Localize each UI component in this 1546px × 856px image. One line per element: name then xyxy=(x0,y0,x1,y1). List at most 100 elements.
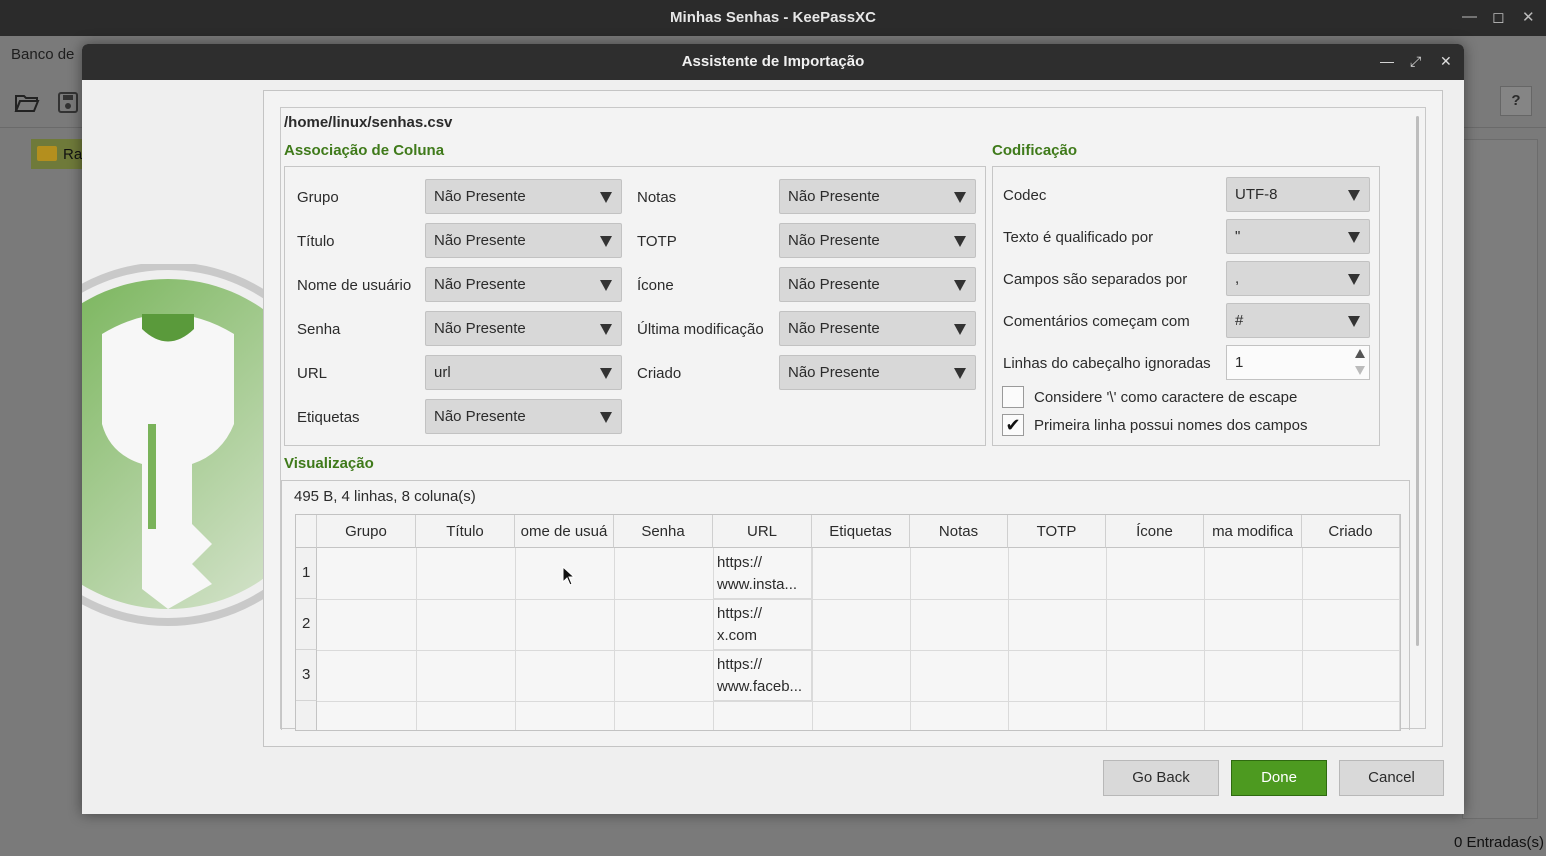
maximize-icon[interactable]: ◻ xyxy=(1492,8,1504,26)
column-header[interactable]: Título xyxy=(416,515,515,548)
dropdown-arrow-icon xyxy=(600,368,612,379)
assoc-value-titulo: Não Presente xyxy=(434,232,526,249)
assoc-select-senha[interactable]: Não Presente xyxy=(425,311,622,346)
header-lines-label: Linhas do cabeçalho ignoradas xyxy=(1003,355,1211,372)
comments-select[interactable]: # xyxy=(1226,303,1370,338)
assoc-value-username: Não Presente xyxy=(434,276,526,293)
column-header[interactable]: ome de usuá xyxy=(515,515,614,548)
dropdown-arrow-icon xyxy=(954,368,966,379)
separator-value: , xyxy=(1235,270,1240,287)
assoc-label-etiquetas: Etiquetas xyxy=(297,409,360,426)
spin-down-icon[interactable] xyxy=(1355,366,1365,375)
assoc-value-etiquetas: Não Presente xyxy=(434,408,526,425)
column-association-group: Grupo Não Presente Título Não Presente N… xyxy=(284,166,986,446)
column-header[interactable]: ma modifica xyxy=(1204,515,1302,548)
column-header[interactable]: Notas xyxy=(910,515,1008,548)
assoc-value-icone: Não Presente xyxy=(788,276,880,293)
qualifier-value: " xyxy=(1235,228,1241,245)
column-header[interactable]: Ícone xyxy=(1106,515,1204,548)
dialog-title: Assistente de Importação xyxy=(681,53,865,70)
dropdown-arrow-icon xyxy=(954,280,966,291)
entries-panel xyxy=(1462,139,1538,819)
assoc-value-totp: Não Presente xyxy=(788,232,880,249)
preview-table[interactable]: Grupo Título ome de usuá Senha URL Etiqu… xyxy=(295,514,1401,731)
dropdown-arrow-icon xyxy=(1348,190,1360,201)
column-header[interactable]: Senha xyxy=(614,515,713,548)
comments-value: # xyxy=(1235,312,1244,329)
save-icon[interactable] xyxy=(56,92,82,114)
preview-group: 495 B, 4 linhas, 8 coluna(s) Grupo Títul… xyxy=(281,480,1410,731)
assoc-value-last-modified: Não Presente xyxy=(788,320,880,337)
assoc-select-url[interactable]: url xyxy=(425,355,622,390)
column-header[interactable]: TOTP xyxy=(1008,515,1106,548)
encoding-title: Codificação xyxy=(992,142,1078,159)
encoding-group: Codec UTF-8 Texto é qualificado por " Ca… xyxy=(992,166,1380,446)
dropdown-arrow-icon xyxy=(954,236,966,247)
vertical-scrollbar[interactable] xyxy=(1416,116,1419,646)
open-folder-icon[interactable] xyxy=(14,92,40,114)
sidebar-root-group[interactable]: Ra xyxy=(31,139,87,169)
first-line-checkbox[interactable]: ✔ xyxy=(1002,414,1024,436)
dropdown-arrow-icon xyxy=(954,324,966,335)
dropdown-arrow-icon xyxy=(1348,232,1360,243)
preview-stats: 495 B, 4 linhas, 8 coluna(s) xyxy=(294,488,476,505)
dialog-minimize-icon[interactable]: — xyxy=(1380,53,1394,69)
assoc-select-username[interactable]: Não Presente xyxy=(425,267,622,302)
assoc-label-grupo: Grupo xyxy=(297,189,339,206)
dropdown-arrow-icon xyxy=(600,280,612,291)
column-header[interactable]: Etiquetas xyxy=(812,515,910,548)
assoc-label-titulo: Título xyxy=(297,233,335,250)
column-header[interactable]: Grupo xyxy=(317,515,416,548)
assoc-label-url: URL xyxy=(297,365,328,382)
cancel-button[interactable]: Cancel xyxy=(1339,760,1444,796)
assoc-value-senha: Não Presente xyxy=(434,320,526,337)
assoc-label-criado: Criado xyxy=(637,365,682,382)
assoc-value-grupo: Não Presente xyxy=(434,188,526,205)
assoc-select-totp[interactable]: Não Presente xyxy=(779,223,976,258)
menu-database[interactable]: Banco de xyxy=(11,46,74,63)
keepassxc-logo-icon xyxy=(82,264,282,626)
folder-icon xyxy=(37,146,57,161)
assoc-select-criado[interactable]: Não Presente xyxy=(779,355,976,390)
escape-label: Considere '\' como caractere de escape xyxy=(1034,389,1298,406)
close-icon[interactable]: ✕ xyxy=(1522,8,1535,26)
column-header[interactable]: Criado xyxy=(1302,515,1400,548)
header-lines-spinbox[interactable]: 1 xyxy=(1226,345,1370,380)
codec-select[interactable]: UTF-8 xyxy=(1226,177,1370,212)
comments-label: Comentários começam com xyxy=(1003,313,1190,330)
dialog-close-icon[interactable]: ✕ xyxy=(1440,53,1452,70)
mouse-cursor-icon xyxy=(562,566,576,586)
wizard-page: /home/linux/senhas.csv Associação de Col… xyxy=(263,90,1443,747)
assoc-value-criado: Não Presente xyxy=(788,364,880,381)
codec-label: Codec xyxy=(1003,187,1047,204)
column-association-title: Associação de Coluna xyxy=(284,142,445,159)
dropdown-arrow-icon xyxy=(600,236,612,247)
status-bar: 0 Entradas(s) xyxy=(1453,834,1544,851)
assoc-select-grupo[interactable]: Não Presente xyxy=(425,179,622,214)
assoc-select-etiquetas[interactable]: Não Presente xyxy=(425,399,622,434)
separator-label: Campos são separados por xyxy=(1003,271,1188,288)
assoc-select-last-modified[interactable]: Não Presente xyxy=(779,311,976,346)
done-button[interactable]: Done xyxy=(1231,760,1327,796)
qualifier-select[interactable]: " xyxy=(1226,219,1370,254)
escape-checkbox[interactable] xyxy=(1002,386,1024,408)
preview-title: Visualização xyxy=(284,455,374,472)
qualifier-label: Texto é qualificado por xyxy=(1003,229,1154,246)
minimize-icon[interactable]: — xyxy=(1462,8,1477,25)
assoc-select-icone[interactable]: Não Presente xyxy=(779,267,976,302)
help-button[interactable]: ? xyxy=(1500,86,1532,116)
assoc-select-notas[interactable]: Não Presente xyxy=(779,179,976,214)
dropdown-arrow-icon xyxy=(600,192,612,203)
import-wizard-dialog: Assistente de Importação — ⤢ ✕ /home/lin… xyxy=(82,44,1464,814)
dropdown-arrow-icon xyxy=(600,324,612,335)
table-corner xyxy=(296,515,317,548)
separator-select[interactable]: , xyxy=(1226,261,1370,296)
assoc-value-url: url xyxy=(434,364,451,381)
main-window-title: Minhas Senhas - KeePassXC xyxy=(670,9,876,26)
assoc-value-notas: Não Presente xyxy=(788,188,880,205)
assoc-select-titulo[interactable]: Não Presente xyxy=(425,223,622,258)
spin-up-icon[interactable] xyxy=(1355,349,1365,358)
column-header[interactable]: URL xyxy=(713,515,812,548)
go-back-button[interactable]: Go Back xyxy=(1103,760,1219,796)
dialog-maximize-icon[interactable]: ⤢ xyxy=(1410,53,1421,70)
